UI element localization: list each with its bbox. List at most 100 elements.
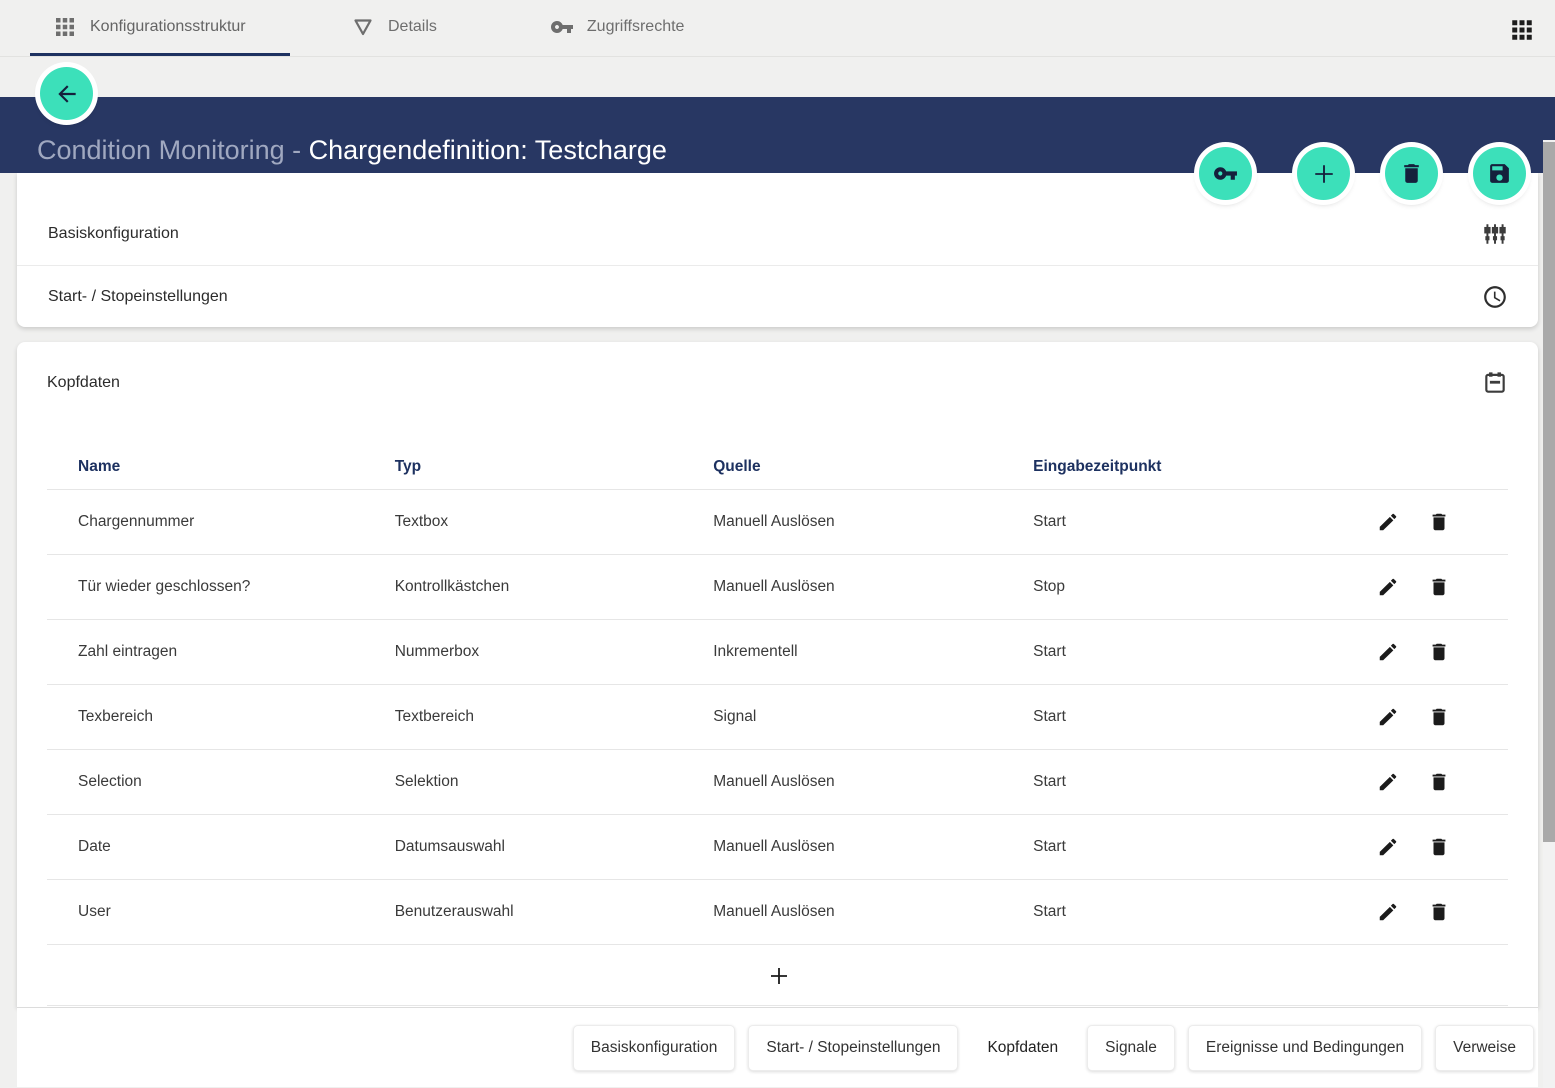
cell-quelle: Signal <box>713 685 1033 750</box>
tab-zugriffsrechte[interactable]: Zugriffsrechte <box>527 0 715 56</box>
scrollbar-thumb[interactable] <box>1543 142 1555 842</box>
table-row[interactable]: Chargennummer Textbox Manuell Auslösen S… <box>47 490 1508 555</box>
cell-name: Zahl eintragen <box>47 620 395 685</box>
trash-icon <box>1428 901 1450 923</box>
page-title-main: Chargendefinition: Testcharge <box>309 135 667 165</box>
cell-name: Date <box>47 815 395 880</box>
save-icon <box>1487 161 1512 186</box>
tab-label: Details <box>388 18 437 36</box>
column-header-typ: Typ <box>395 448 713 490</box>
section-basiskonfiguration[interactable]: Basiskonfiguration <box>17 203 1538 265</box>
cell-quelle: Manuell Auslösen <box>713 815 1033 880</box>
pencil-icon <box>1377 901 1399 923</box>
edit-row-button[interactable] <box>1377 706 1399 728</box>
pencil-icon <box>1377 576 1399 598</box>
permissions-button[interactable] <box>1199 147 1252 200</box>
section-start-stopeinstellungen[interactable]: Start- / Stopeinstellungen <box>17 265 1538 327</box>
cell-eingabezeitpunkt: Start <box>1033 490 1333 555</box>
footer-item-ereignisse-und-bedingungen[interactable]: Ereignisse und Bedingungen <box>1188 1025 1422 1071</box>
edit-row-button[interactable] <box>1377 901 1399 923</box>
footer-item-verweise[interactable]: Verweise <box>1435 1025 1534 1071</box>
delete-row-button[interactable] <box>1428 511 1450 533</box>
apps-grid-icon[interactable] <box>1509 17 1535 43</box>
clock-icon <box>1482 284 1508 310</box>
column-header-actions <box>1333 448 1508 490</box>
delete-row-button[interactable] <box>1428 706 1450 728</box>
plus-icon <box>767 964 791 988</box>
trash-icon <box>1428 706 1450 728</box>
table-row[interactable]: User Benutzerauswahl Manuell Auslösen St… <box>47 880 1508 945</box>
cell-typ: Selektion <box>395 750 713 815</box>
edit-row-button[interactable] <box>1377 771 1399 793</box>
delete-row-button[interactable] <box>1428 836 1450 858</box>
edit-row-button[interactable] <box>1377 576 1399 598</box>
cell-name: Selection <box>47 750 395 815</box>
trash-icon <box>1428 771 1450 793</box>
footer-item-start-stopeinstellungen[interactable]: Start- / Stopeinstellungen <box>748 1025 958 1071</box>
table-row[interactable]: Selection Selektion Manuell Auslösen Sta… <box>47 750 1508 815</box>
grid-icon <box>53 15 77 39</box>
kopfdaten-table: Name Typ Quelle Eingabezeitpunkt Chargen… <box>47 448 1508 1006</box>
page-title-prefix: Condition Monitoring - <box>37 135 309 165</box>
cell-typ: Nummerbox <box>395 620 713 685</box>
pencil-icon <box>1377 771 1399 793</box>
pencil-icon <box>1377 641 1399 663</box>
table-row[interactable]: Date Datumsauswahl Manuell Auslösen Star… <box>47 815 1508 880</box>
add-row[interactable] <box>47 945 1508 1006</box>
pencil-icon <box>1377 511 1399 533</box>
edit-row-button[interactable] <box>1377 511 1399 533</box>
tab-konfigurationsstruktur[interactable]: Konfigurationsstruktur <box>30 0 290 56</box>
save-button[interactable] <box>1473 147 1526 200</box>
cell-typ: Datumsauswahl <box>395 815 713 880</box>
footer-item-basiskonfiguration[interactable]: Basiskonfiguration <box>573 1025 736 1071</box>
key-icon <box>1213 161 1238 186</box>
delete-row-button[interactable] <box>1428 901 1450 923</box>
add-row-button[interactable] <box>767 964 789 986</box>
column-header-name: Name <box>47 448 395 490</box>
cell-typ: Kontrollkästchen <box>395 555 713 620</box>
cell-eingabezeitpunkt: Start <box>1033 815 1333 880</box>
kopfdaten-title: Kopfdaten <box>47 374 120 392</box>
delete-row-button[interactable] <box>1428 576 1450 598</box>
cell-name: User <box>47 880 395 945</box>
column-header-quelle: Quelle <box>713 448 1033 490</box>
calendar-icon[interactable] <box>1482 370 1508 396</box>
delete-row-button[interactable] <box>1428 771 1450 793</box>
tab-details[interactable]: Details <box>328 0 467 56</box>
page-header: Condition Monitoring - Chargendefinition… <box>0 97 1555 173</box>
trash-icon <box>1428 836 1450 858</box>
table-row[interactable]: Tür wieder geschlossen? Kontrollkästchen… <box>47 555 1508 620</box>
cell-eingabezeitpunkt: Start <box>1033 880 1333 945</box>
plus-icon <box>1310 160 1338 188</box>
top-tab-bar: Konfigurationsstruktur Details Zugriffsr… <box>0 0 1555 57</box>
cell-quelle: Manuell Auslösen <box>713 750 1033 815</box>
cell-name: Tür wieder geschlossen? <box>47 555 395 620</box>
cell-typ: Benutzerauswahl <box>395 880 713 945</box>
trash-icon <box>1428 511 1450 533</box>
column-header-eingabezeitpunkt: Eingabezeitpunkt <box>1033 448 1333 490</box>
trash-icon <box>1399 161 1424 186</box>
cell-quelle: Manuell Auslösen <box>713 880 1033 945</box>
cell-eingabezeitpunkt: Stop <box>1033 555 1333 620</box>
tune-icon <box>1482 221 1508 247</box>
edit-row-button[interactable] <box>1377 836 1399 858</box>
table-row[interactable]: Texbereich Textbereich Signal Start <box>47 685 1508 750</box>
kopfdaten-card: Kopfdaten Name Typ Quelle Eingabezeitpun… <box>17 342 1538 1007</box>
section-label: Start- / Stopeinstellungen <box>48 288 228 306</box>
add-button[interactable] <box>1297 147 1350 200</box>
cell-eingabezeitpunkt: Start <box>1033 620 1333 685</box>
footer-item-kopfdaten-current[interactable]: Kopfdaten <box>971 1026 1074 1070</box>
cell-quelle: Manuell Auslösen <box>713 490 1033 555</box>
cell-quelle: Manuell Auslösen <box>713 555 1033 620</box>
back-button[interactable] <box>40 67 93 120</box>
cell-name: Texbereich <box>47 685 395 750</box>
delete-button[interactable] <box>1385 147 1438 200</box>
bottom-nav-bar: Basiskonfiguration Start- / Stopeinstell… <box>17 1007 1538 1087</box>
cell-name: Chargennummer <box>47 490 395 555</box>
section-label: Basiskonfiguration <box>48 225 179 243</box>
footer-item-signale[interactable]: Signale <box>1087 1025 1175 1071</box>
delete-row-button[interactable] <box>1428 641 1450 663</box>
vertical-scrollbar[interactable] <box>1543 140 1555 1088</box>
table-row[interactable]: Zahl eintragen Nummerbox Inkrementell St… <box>47 620 1508 685</box>
edit-row-button[interactable] <box>1377 641 1399 663</box>
